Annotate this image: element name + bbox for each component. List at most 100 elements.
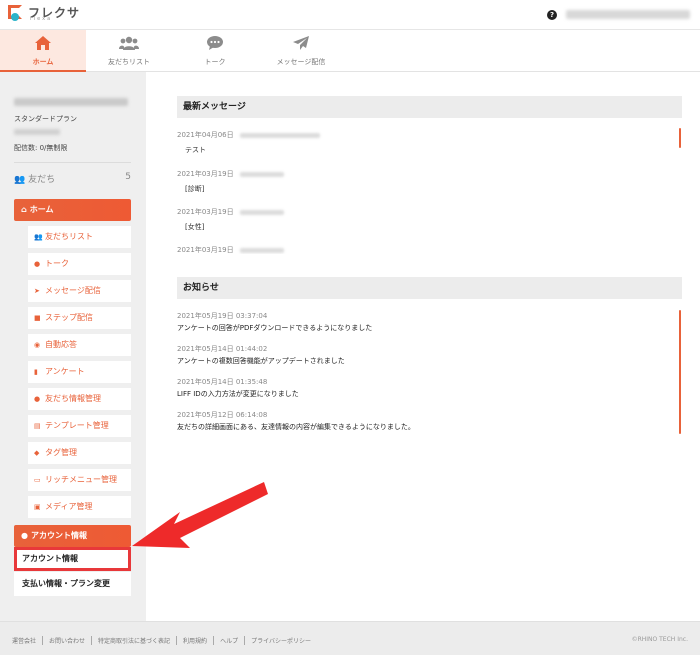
- news-text[interactable]: LIFF IDの入力方法が変更になりました: [177, 389, 299, 399]
- message-text: [診断]: [185, 185, 205, 193]
- sidebar-item-label: タグ管理: [45, 448, 77, 457]
- sidebar-item-media[interactable]: ▣ メディア管理: [28, 496, 131, 518]
- plan-name: スタンダードプラン: [14, 115, 77, 123]
- sidebar-item-account-info[interactable]: アカウント情報: [14, 547, 131, 571]
- sidebar-item-templates[interactable]: ▤ テンプレート管理: [28, 415, 131, 437]
- users-icon: 👥: [34, 233, 43, 241]
- paper-plane-icon: ➤: [34, 287, 40, 295]
- news-date: 2021年05月14日 01:44:02: [177, 345, 268, 353]
- news-list: 2021年05月19日 03:37:04 アンケートの回答がPDFダウンロードで…: [177, 308, 682, 438]
- sidebar-item-friends-list[interactable]: 👥 友だちリスト: [28, 226, 131, 248]
- chat-icon: ●: [34, 260, 41, 268]
- sidebar-item-billing[interactable]: 支払い情報・プラン変更: [14, 572, 131, 596]
- message-date-text: 2021年03月19日: [177, 170, 234, 178]
- user-icon: ●: [34, 395, 41, 403]
- message-date: 2021年03月19日: [177, 207, 284, 217]
- footer-link-privacy[interactable]: プライバシーポリシー: [245, 636, 317, 645]
- account-id-redacted: [14, 129, 60, 135]
- message-date-text: 2021年04月06日: [177, 131, 234, 139]
- footer-link-commercial-law[interactable]: 特定商取引法に基づく表記: [92, 636, 178, 645]
- sidebar-item-step-delivery[interactable]: ■ ステップ配信: [28, 307, 131, 329]
- tab-talk[interactable]: トーク: [172, 30, 258, 72]
- friends-summary[interactable]: 👥 友だち 5: [14, 172, 131, 185]
- sidebar-item-label: テンプレート管理: [45, 421, 109, 430]
- news-date: 2021年05月19日 03:37:04: [177, 312, 268, 320]
- sender-redacted: [239, 171, 284, 177]
- book-icon: ■: [34, 314, 41, 322]
- message-text: テスト: [185, 146, 206, 154]
- footer-link-help[interactable]: ヘルプ: [214, 636, 246, 645]
- footer-link-contact[interactable]: お問い合わせ: [43, 636, 93, 645]
- app-header: フレクサ flexa ?: [0, 0, 700, 30]
- clipboard-icon: ▤: [34, 422, 41, 430]
- copyright: ©RHINO TECH Inc.: [631, 636, 688, 643]
- main-nav: ホーム 友だちリスト トーク メッセージ配信: [0, 30, 700, 72]
- users-icon: 👥: [14, 175, 29, 185]
- news-text[interactable]: アンケートの複数回答機能がアップデートされました: [177, 356, 345, 366]
- message-date: 2021年04月06日: [177, 130, 320, 140]
- sidebar-item-home[interactable]: ⌂ ホーム: [14, 199, 131, 221]
- account-name-redacted[interactable]: [566, 10, 690, 19]
- news-date: 2021年05月12日 06:14:08: [177, 411, 268, 419]
- home-icon: [0, 36, 86, 52]
- users-icon: [86, 36, 172, 52]
- tag-icon: ◆: [34, 449, 40, 457]
- sidebar-item-label: 支払い情報・プラン変更: [22, 579, 110, 588]
- message-date-text: 2021年03月19日: [177, 208, 234, 216]
- account-name-redacted: [14, 98, 128, 106]
- sidebar-item-message-delivery[interactable]: ➤ メッセージ配信: [28, 280, 131, 302]
- latest-messages-title: 最新メッセージ: [177, 96, 682, 118]
- sidebar-item-survey[interactable]: ▮ アンケート: [28, 361, 131, 383]
- paper-plane-icon: [258, 36, 344, 52]
- sidebar-item-label: トーク: [45, 259, 69, 268]
- sidebar-item-label: アンケート: [45, 367, 85, 376]
- sidebar-item-talk[interactable]: ● トーク: [28, 253, 131, 275]
- sender-redacted: [239, 132, 320, 138]
- sidebar-item-label: アカウント情報: [22, 554, 78, 563]
- message-date: 2021年03月19日: [177, 169, 284, 179]
- sidebar-item-rich-menu[interactable]: ▭ リッチメニュー管理: [28, 469, 131, 491]
- friends-label-wrap: 👥 友だち: [14, 172, 55, 185]
- news-scrollbar[interactable]: [679, 310, 681, 434]
- sidebar-item-tags[interactable]: ◆ タグ管理: [28, 442, 131, 464]
- footer-link-company[interactable]: 運営会社: [12, 636, 44, 645]
- sidebar-item-label: 自動応答: [45, 340, 77, 349]
- sidebar-item-auto-reply[interactable]: ◉ 自動応答: [28, 334, 131, 356]
- tab-talk-label: トーク: [204, 58, 226, 66]
- messages-scrollbar[interactable]: [679, 128, 681, 148]
- tab-friends-list-label: 友だちリスト: [108, 58, 150, 66]
- sidebar-item-label: メディア管理: [45, 502, 93, 511]
- tab-friends-list[interactable]: 友だちリスト: [86, 30, 172, 72]
- sidebar-item-home-label: ホーム: [29, 205, 54, 214]
- tab-home[interactable]: ホーム: [0, 30, 86, 72]
- red-arrow-annotation: [132, 482, 268, 548]
- tab-home-label: ホーム: [32, 58, 54, 66]
- sidebar-item-label: メッセージ配信: [45, 286, 101, 295]
- friends-count: 5: [125, 172, 131, 182]
- message-date-text: 2021年03月19日: [177, 246, 234, 254]
- news-text[interactable]: アンケートの回答がPDFダウンロードできるようになりました: [177, 323, 372, 333]
- help-icon[interactable]: ?: [547, 10, 557, 20]
- sender-redacted: [239, 209, 284, 215]
- robot-icon: ◉: [34, 341, 41, 349]
- friends-label: 友だち: [28, 175, 56, 185]
- logo-subtext: flexa: [30, 16, 53, 22]
- latest-messages-list[interactable]: 2021年04月06日 テスト 2021年03月19日 [診断] 2021年03…: [177, 128, 682, 254]
- sidebar-item-account-head[interactable]: ● アカウント情報: [14, 525, 131, 547]
- sender-redacted: [239, 247, 284, 253]
- sidebar-divider: [14, 162, 131, 163]
- sidebar-item-friend-info[interactable]: ● 友だち情報管理: [28, 388, 131, 410]
- tab-message-delivery[interactable]: メッセージ配信: [258, 30, 344, 72]
- logo-mark-icon: [8, 4, 24, 21]
- sidebar-item-label: 友だち情報管理: [45, 394, 101, 403]
- news-text[interactable]: 友だちの詳細画面にある、友達情報の内容が編集できるようになりました。: [177, 422, 415, 432]
- footer: 運営会社 お問い合わせ 特定商取引法に基づく表記 利用規約 ヘルプ プライバシー…: [0, 621, 700, 655]
- file-icon: ▮: [34, 368, 38, 376]
- delivery-count: 配信数: 0/無制限: [14, 144, 68, 152]
- message-date: 2021年03月19日: [177, 245, 284, 254]
- images-icon: ▣: [34, 503, 41, 511]
- sidebar-item-label: リッチメニュー管理: [45, 475, 117, 484]
- footer-link-terms[interactable]: 利用規約: [177, 636, 215, 645]
- news-date: 2021年05月14日 01:35:48: [177, 378, 268, 386]
- sidebar-item-label: ステップ配信: [45, 313, 93, 322]
